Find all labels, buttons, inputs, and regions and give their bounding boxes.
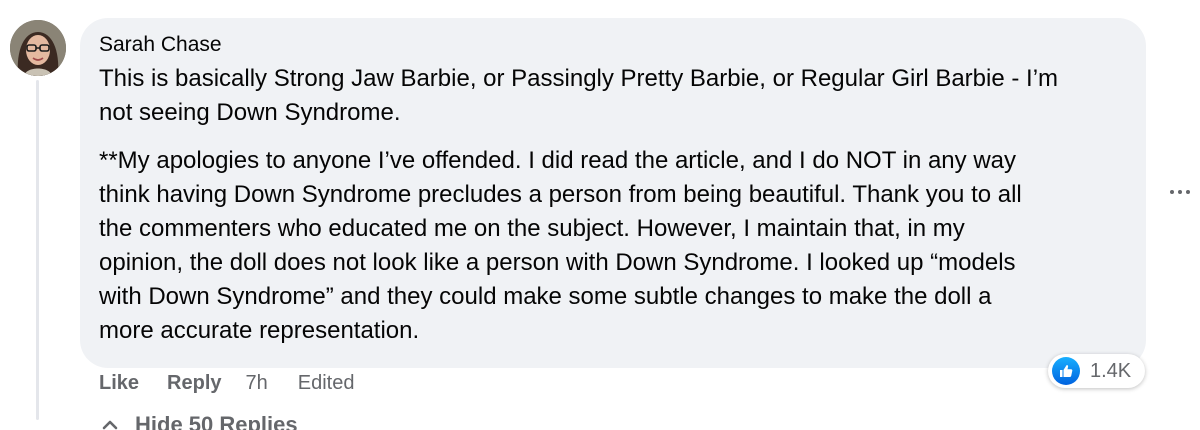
more-horizontal-icon bbox=[1168, 190, 1192, 194]
reply-button[interactable]: Reply bbox=[167, 372, 221, 395]
hide-replies-button[interactable]: Hide 50 Replies bbox=[99, 412, 298, 430]
hide-replies-label: Hide 50 Replies bbox=[135, 412, 298, 430]
reaction-summary[interactable]: 1.4K bbox=[1048, 354, 1146, 388]
like-icon bbox=[1052, 357, 1080, 385]
thread-connector-line bbox=[36, 80, 39, 420]
like-button[interactable]: Like bbox=[99, 372, 139, 395]
comment-actions: Like Reply 7h Edited bbox=[99, 372, 354, 395]
comment-author-name[interactable]: Sarah Chase bbox=[99, 33, 222, 57]
comment-body: This is basically Strong Jaw Barbie, or … bbox=[99, 62, 1139, 348]
chevron-up-icon bbox=[99, 414, 121, 430]
more-options-button[interactable] bbox=[1163, 178, 1197, 206]
comment-thread: Sarah Chase This is basically Strong Jaw… bbox=[0, 0, 1200, 430]
comment-paragraph: This is basically Strong Jaw Barbie, or … bbox=[99, 65, 1059, 126]
avatar[interactable] bbox=[10, 20, 66, 76]
comment-paragraph: **My apologies to anyone I’ve offended. … bbox=[99, 147, 1022, 344]
edited-label: Edited bbox=[297, 372, 355, 394]
avatar-image bbox=[10, 20, 66, 76]
comment-timestamp[interactable]: 7h bbox=[246, 372, 268, 395]
reaction-count: 1.4K bbox=[1090, 359, 1132, 382]
